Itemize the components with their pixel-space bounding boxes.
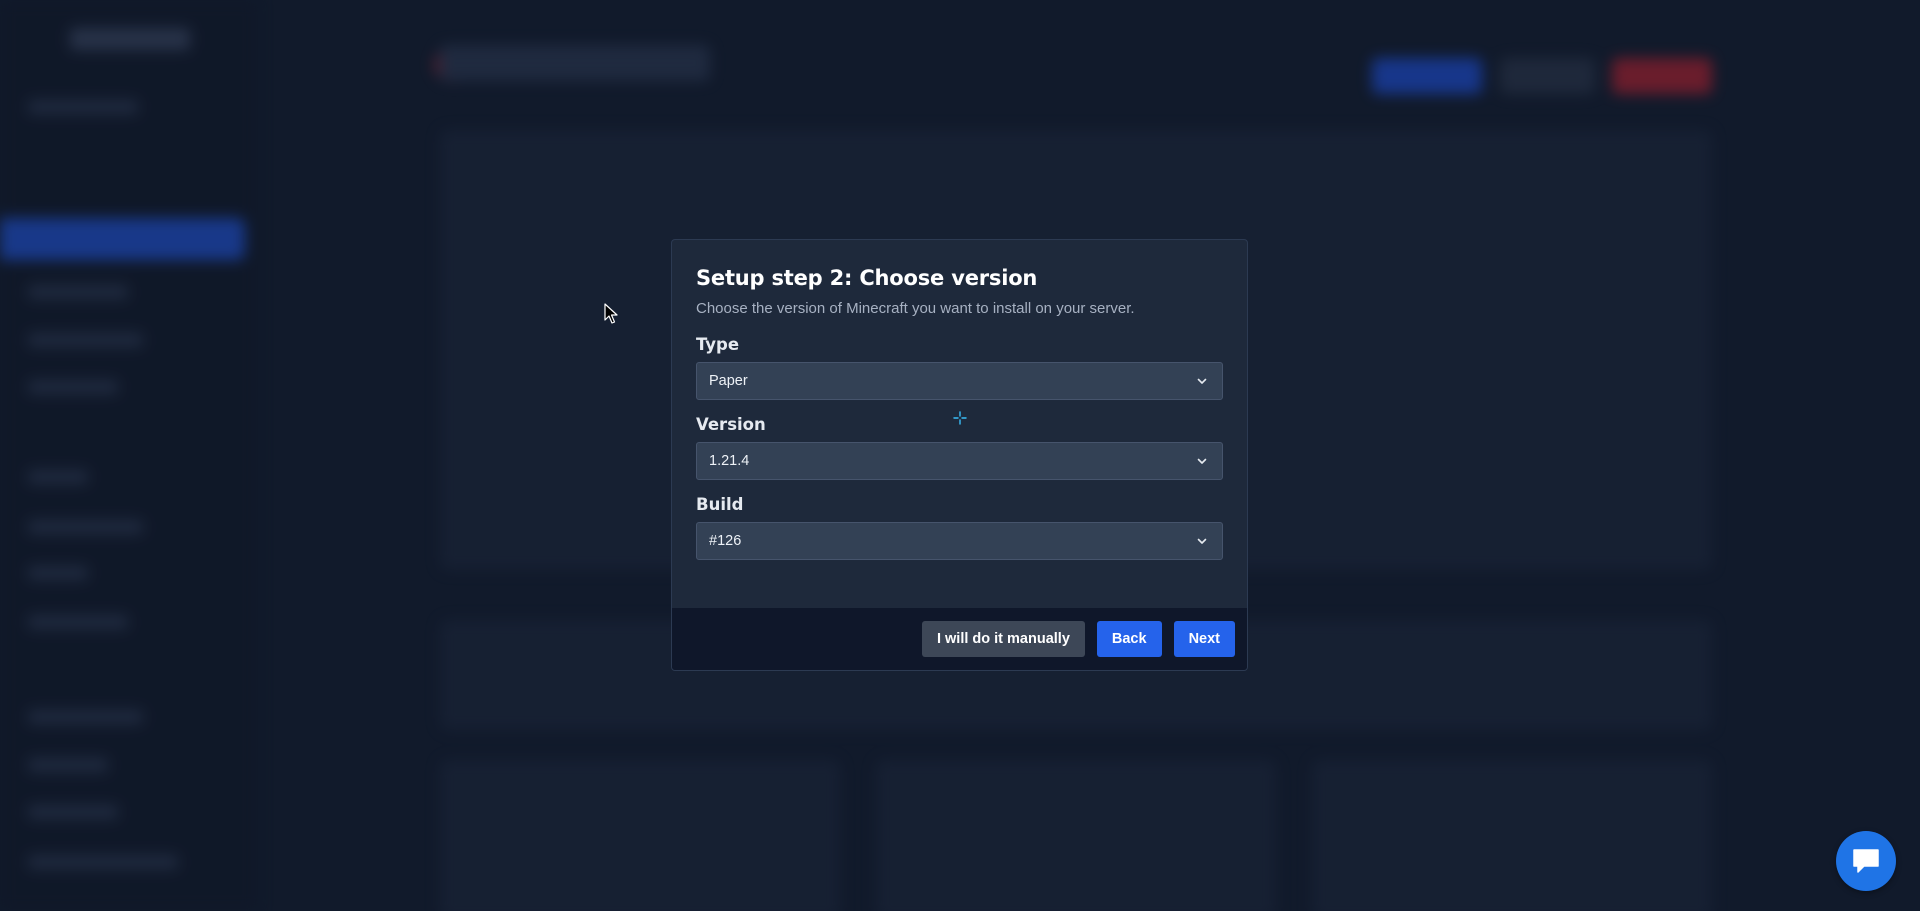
background-nav-active: [0, 218, 245, 260]
next-button[interactable]: Next: [1173, 621, 1235, 657]
dialog-footer: I will do it manually Back Next: [672, 608, 1247, 670]
type-select-value: Paper: [709, 373, 748, 389]
chevron-down-icon: [1197, 378, 1207, 384]
dialog-title: Setup step 2: Choose version: [696, 266, 1038, 290]
type-label: Type: [696, 335, 740, 354]
background-card: [876, 760, 1276, 911]
background-nav-item: [28, 615, 128, 629]
screen: Setup step 2: Choose version Choose the …: [0, 0, 1920, 911]
chevron-down-icon: [1197, 458, 1207, 464]
crosshair-icon: [953, 411, 967, 425]
background-nav-item: [28, 855, 178, 869]
version-select-value: 1.21.4: [709, 453, 750, 469]
chat-bubble-icon: [1853, 849, 1879, 873]
background-button: [1372, 58, 1482, 94]
back-button[interactable]: Back: [1096, 621, 1162, 657]
background-card: [440, 760, 840, 911]
background-nav-item: [28, 758, 108, 772]
build-label: Build: [696, 495, 744, 514]
background-nav-item: [28, 470, 88, 484]
background-nav-item: [28, 805, 118, 819]
background-nav-item: [28, 100, 138, 114]
background-nav-item: [28, 566, 88, 580]
background-nav-item: [28, 380, 118, 394]
chat-launcher-button[interactable]: [1836, 831, 1896, 891]
dialog-description: Choose the version of Minecraft you want…: [696, 300, 1135, 317]
manual-setup-button[interactable]: I will do it manually: [921, 621, 1085, 657]
type-select[interactable]: Paper: [696, 362, 1223, 400]
background-button: [1500, 58, 1595, 94]
background-nav-item: [28, 710, 143, 724]
version-select[interactable]: 1.21.4: [696, 442, 1223, 480]
background-server-title: [440, 45, 710, 81]
background-card: [1312, 760, 1712, 911]
setup-version-dialog: Setup step 2: Choose version Choose the …: [671, 239, 1248, 671]
background-nav-item: [28, 285, 128, 299]
background-sidebar: [0, 0, 258, 911]
build-select-value: #126: [709, 533, 742, 549]
background-nav-item: [28, 333, 143, 347]
mouse-pointer-icon: [604, 303, 618, 324]
build-select[interactable]: #126: [696, 522, 1223, 560]
background-button: [1612, 58, 1712, 94]
background-logo: [70, 28, 190, 50]
chevron-down-icon: [1197, 538, 1207, 544]
background-nav-item: [28, 520, 143, 534]
dialog-body: Setup step 2: Choose version Choose the …: [672, 240, 1247, 560]
